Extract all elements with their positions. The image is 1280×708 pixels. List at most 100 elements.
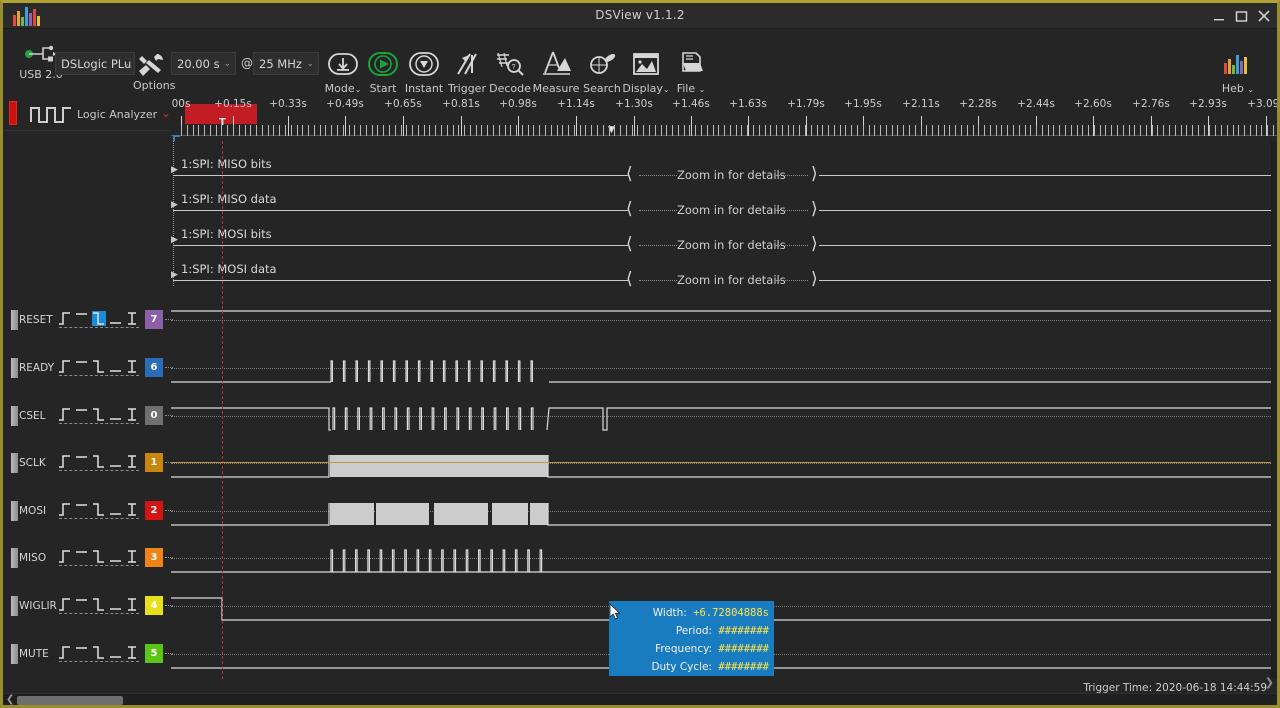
trigger-rising-icon[interactable]	[58, 454, 72, 469]
expand-arrow-icon[interactable]: ▶	[171, 200, 178, 210]
trigger-rising-icon[interactable]	[58, 311, 72, 326]
expand-arrow-icon[interactable]: ▶	[171, 270, 178, 280]
close-icon[interactable]	[1257, 9, 1271, 23]
channel-drag-handle[interactable]	[11, 596, 18, 616]
measure-button[interactable]: Measure	[531, 47, 581, 95]
file-button[interactable]: File ⌄	[669, 47, 713, 95]
channel-index-badge[interactable]: 2	[145, 501, 163, 520]
minimize-icon[interactable]	[1213, 10, 1226, 23]
trigger-rising-icon[interactable]	[58, 549, 72, 564]
trigger-falling-icon[interactable]	[92, 597, 106, 612]
trigger-low-icon[interactable]	[109, 311, 123, 326]
channel-index-badge[interactable]: 7	[145, 310, 163, 329]
trigger-high-icon[interactable]	[75, 407, 89, 422]
trigger-edge-icon[interactable]	[126, 407, 140, 422]
trigger-low-icon[interactable]	[109, 597, 123, 612]
trigger-button[interactable]: Trigger	[445, 47, 489, 95]
ruler-minor-tick	[909, 125, 910, 136]
trigger-falling-icon[interactable]	[92, 359, 106, 374]
samplerate-select[interactable]: 25 MHz	[253, 52, 319, 75]
help-button[interactable]: Heb ⌄	[1208, 47, 1268, 95]
device-select[interactable]: DSLogic PLus	[55, 52, 135, 75]
trigger-falling-icon[interactable]	[92, 454, 106, 469]
trigger-low-icon[interactable]	[109, 549, 123, 564]
decode-button[interactable]: ? Decode	[487, 47, 533, 95]
instant-button[interactable]: Instant	[401, 47, 447, 95]
trigger-falling-icon[interactable]	[92, 407, 106, 422]
channel-drag-handle[interactable]	[11, 406, 18, 426]
trigger-edge-icon[interactable]	[126, 549, 140, 564]
channel-drag-handle[interactable]	[11, 501, 18, 521]
horizontal-scrollbar[interactable]: ❮	[3, 693, 1277, 705]
vertical-scrollbar[interactable]	[1271, 141, 1277, 679]
channel-drag-handle[interactable]	[11, 644, 18, 664]
duration-select[interactable]: 20.00 s	[171, 52, 236, 75]
trigger-edge-icon[interactable]	[126, 359, 140, 374]
channel-row-sclk[interactable]: SCLK 1	[3, 449, 173, 477]
channel-index-badge[interactable]: 4	[145, 596, 163, 615]
status-chevron-icon[interactable]: ❯	[1265, 676, 1274, 689]
trigger-rising-icon[interactable]	[58, 645, 72, 660]
channel-row-miso[interactable]: MISO 3	[3, 544, 173, 572]
trigger-low-icon[interactable]	[109, 454, 123, 469]
trigger-high-icon[interactable]	[75, 311, 89, 326]
trigger-high-icon[interactable]	[75, 645, 89, 660]
channel-index-badge[interactable]: 3	[145, 548, 163, 567]
trigger-rising-icon[interactable]	[58, 407, 72, 422]
decoder-row[interactable]: ▶ 1:SPI: MISO data ⟨ ⟩ Zoom in for details	[171, 184, 1277, 219]
trigger-rising-icon[interactable]	[58, 597, 72, 612]
horizontal-scroll-thumb[interactable]	[17, 696, 123, 705]
trigger-high-icon[interactable]	[75, 549, 89, 564]
mode-button[interactable]: Mode⌄	[321, 47, 365, 95]
trigger-falling-icon[interactable]	[92, 645, 106, 660]
trigger-low-icon[interactable]	[109, 645, 123, 660]
channel-drag-handle[interactable]	[11, 358, 18, 378]
channel-row-wiglir[interactable]: WIGLIR 4	[3, 592, 173, 620]
trigger-rising-icon[interactable]	[58, 502, 72, 517]
trigger-high-icon[interactable]	[75, 597, 89, 612]
trigger-high-icon[interactable]	[75, 359, 89, 374]
file-icon	[669, 47, 713, 81]
channel-index-badge[interactable]: 5	[145, 644, 163, 663]
trigger-high-icon[interactable]	[75, 502, 89, 517]
scroll-left-icon[interactable]: ❮	[6, 694, 14, 705]
expand-arrow-icon[interactable]: ▶	[171, 235, 178, 245]
channel-drag-handle[interactable]	[11, 453, 18, 473]
trigger-rising-icon[interactable]	[58, 359, 72, 374]
trigger-falling-icon[interactable]	[92, 502, 106, 517]
search-button[interactable]: Search	[579, 47, 625, 95]
channel-drag-handle[interactable]	[11, 310, 18, 330]
trigger-high-icon[interactable]	[75, 454, 89, 469]
trigger-edge-icon[interactable]	[126, 311, 140, 326]
trigger-edge-icon[interactable]	[126, 597, 140, 612]
channel-row-reset[interactable]: RESET 7	[3, 306, 173, 334]
chevron-down-icon[interactable]: ⌄	[161, 106, 171, 120]
trigger-low-icon[interactable]	[109, 359, 123, 374]
trigger-falling-icon[interactable]	[92, 549, 106, 564]
channel-index-badge[interactable]: 6	[145, 358, 163, 377]
channel-row-ready[interactable]: READY 6	[3, 354, 173, 382]
trigger-falling-icon[interactable]	[92, 311, 106, 326]
channel-row-mosi[interactable]: MOSI 2	[3, 497, 173, 525]
time-ruler[interactable]: ▼ T ▼ 00s+0.15s+0.33s+0.49s+0.65s+0.81s+…	[171, 97, 1277, 141]
decoder-row[interactable]: ▶ 1:SPI: MOSI bits ⟨ ⟩ Zoom in for details	[171, 219, 1277, 254]
ruler-minor-tick	[308, 125, 309, 136]
channel-drag-handle[interactable]	[11, 548, 18, 568]
channel-index-badge[interactable]: 1	[145, 453, 163, 472]
trigger-low-icon[interactable]	[109, 407, 123, 422]
waveform-area[interactable]: ▶ 1:SPI: MISO bits ⟨ ⟩ Zoom in for details ▶ 1…	[3, 141, 1277, 679]
trigger-edge-icon[interactable]	[126, 502, 140, 517]
trigger-low-icon[interactable]	[109, 502, 123, 517]
decoder-row[interactable]: ▶ 1:SPI: MISO bits ⟨ ⟩ Zoom in for details	[171, 149, 1277, 184]
channel-index-badge[interactable]: 0	[145, 406, 163, 425]
trigger-edge-icon[interactable]	[126, 645, 140, 660]
maximize-icon[interactable]	[1235, 10, 1248, 23]
decoder-row[interactable]: ▶ 1:SPI: MOSI data ⟨ ⟩ Zoom in for details	[171, 254, 1277, 289]
display-button[interactable]: Display⌄	[621, 47, 671, 95]
channel-row-csel[interactable]: CSEL 0	[3, 402, 173, 430]
trigger-edge-icon[interactable]	[126, 454, 140, 469]
channel-row-mute[interactable]: MUTE 5	[3, 640, 173, 668]
start-button[interactable]: Start	[363, 47, 403, 95]
expand-arrow-icon[interactable]: ▶	[171, 165, 178, 175]
options-button[interactable]: Options	[133, 52, 175, 92]
